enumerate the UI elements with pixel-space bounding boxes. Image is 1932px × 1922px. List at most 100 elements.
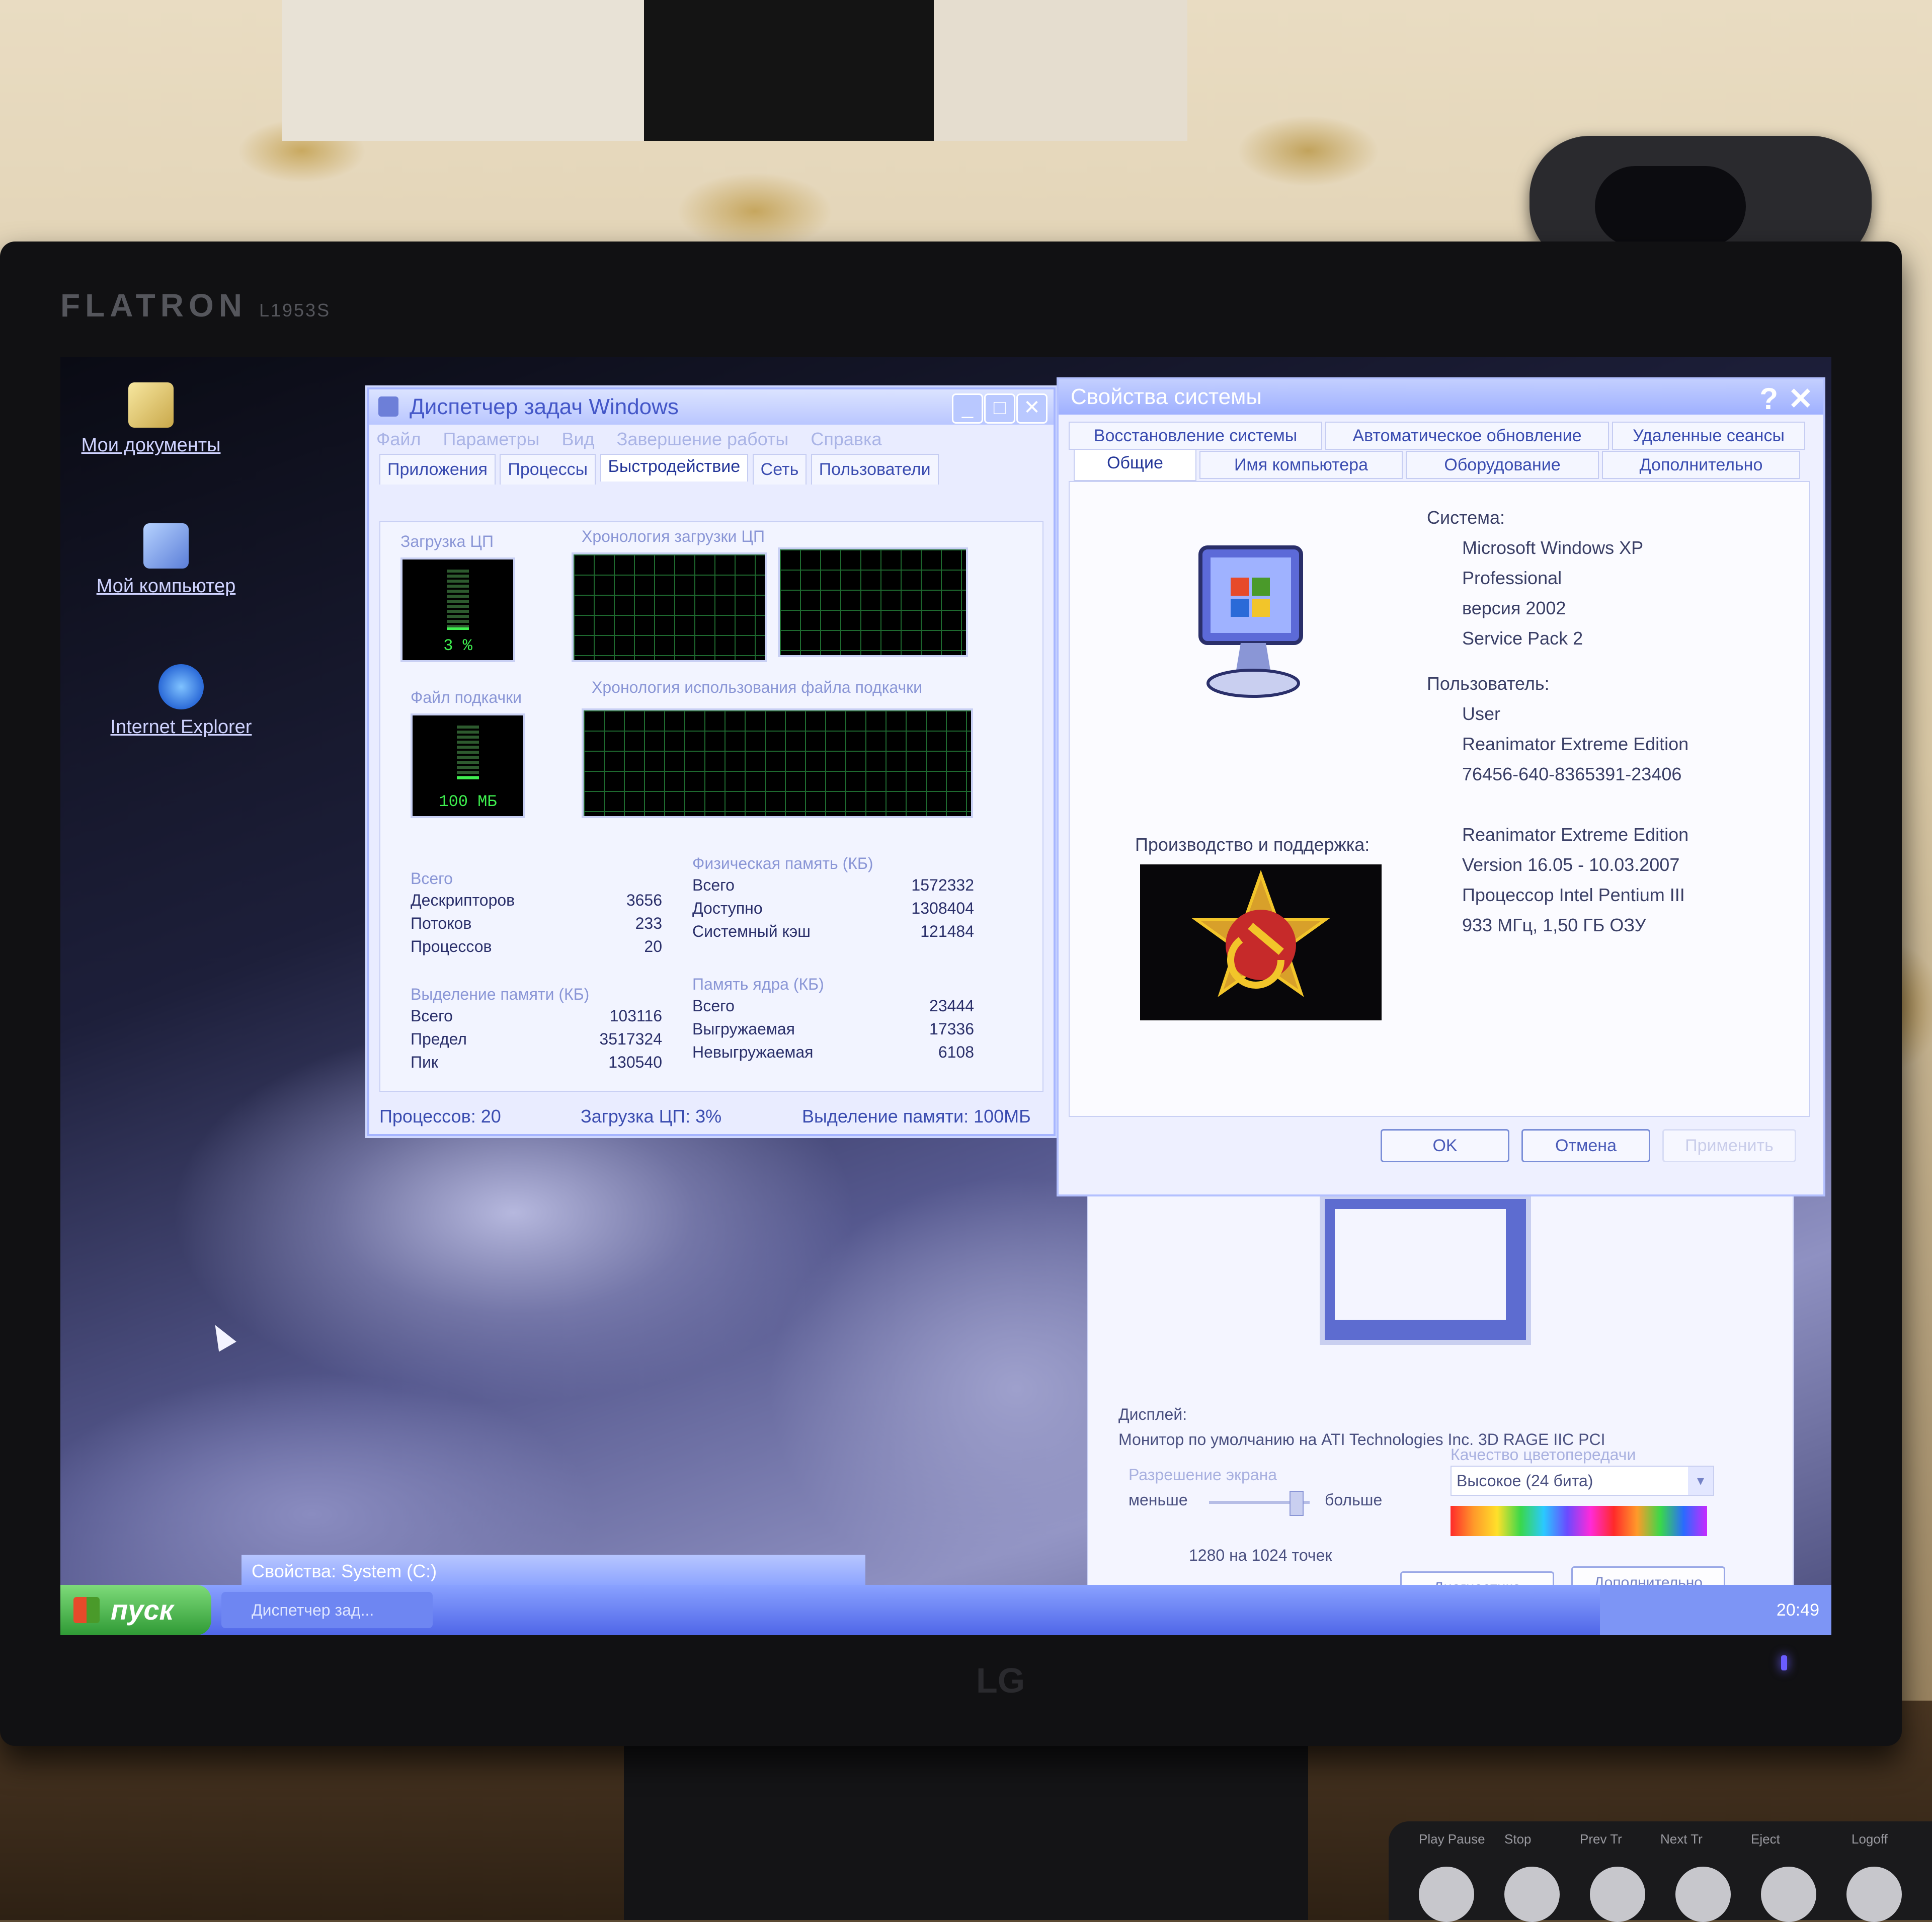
- resolution-slider-thumb[interactable]: [1290, 1491, 1304, 1516]
- tab-hardware[interactable]: Оборудование: [1406, 451, 1599, 479]
- desktop-icon-internet-explorer[interactable]: Internet Explorer: [106, 664, 257, 739]
- tab-performance[interactable]: Быстродействие: [600, 454, 749, 482]
- tab-system-restore[interactable]: Восстановление системы: [1069, 422, 1322, 450]
- stat-label: Потоков: [411, 914, 472, 932]
- screen: Мои документы Мой компьютер Internet Exp…: [60, 357, 1831, 1635]
- start-button[interactable]: пуск: [60, 1585, 211, 1635]
- display-label: Дисплей:: [1118, 1405, 1187, 1423]
- media-key[interactable]: [1419, 1867, 1474, 1922]
- pagefile-bar: [457, 726, 479, 781]
- close-button[interactable]: ✕: [1788, 381, 1813, 417]
- status-cpu: Загрузка ЦП: 3%: [581, 1106, 722, 1127]
- menu-help[interactable]: Справка: [811, 429, 881, 449]
- tab-remote[interactable]: Удаленные сеансы: [1612, 422, 1805, 450]
- key-label: Eject: [1751, 1831, 1780, 1847]
- stat-value: 130540: [608, 1053, 662, 1071]
- apply-button[interactable]: Применить: [1662, 1129, 1796, 1162]
- task-manager-icon: [378, 396, 398, 417]
- display-preview-monitor: [1320, 1194, 1531, 1345]
- system-properties-window[interactable]: Свойства системы ? ✕ Восстановление сист…: [1057, 377, 1825, 1196]
- totals-group: Всего Дескрипторов 3656 Потоков 233 Процес…: [411, 869, 662, 960]
- desktop-icon-my-computer[interactable]: Мой компьютер: [91, 523, 242, 598]
- system-properties-titlebar[interactable]: Свойства системы ? ✕: [1059, 379, 1823, 417]
- tab-applications[interactable]: Приложения: [379, 454, 496, 485]
- stat-label: Доступно: [692, 899, 763, 917]
- stat-label: Процессов: [411, 937, 492, 955]
- stat-value: 23444: [929, 997, 974, 1015]
- key-label: Play Pause: [1419, 1831, 1485, 1847]
- minimize-button[interactable]: _: [952, 393, 983, 424]
- media-key[interactable]: [1590, 1867, 1645, 1922]
- stat-label: Дескрипторов: [411, 891, 515, 909]
- desktop-icon-label: Мои документы: [81, 435, 221, 456]
- ok-button[interactable]: OK: [1381, 1129, 1509, 1162]
- stat-label: Выгружаемая: [692, 1020, 795, 1038]
- menu-file[interactable]: Файл: [376, 429, 421, 449]
- maximize-button[interactable]: □: [984, 393, 1015, 424]
- wall-poster: [282, 0, 1187, 141]
- support-line: Reanimator Extreme Edition: [1462, 824, 1689, 845]
- monitor: FLATRON L1953S LG Мои документы Мой компь…: [0, 242, 1902, 1746]
- cpu-history-label: Хронология загрузки ЦП: [582, 527, 765, 545]
- user-line: Reanimator Extreme Edition: [1462, 734, 1689, 754]
- drive-properties-titlebar[interactable]: Свойства: System (C:): [242, 1555, 865, 1588]
- stat-value: 6108: [938, 1043, 974, 1061]
- support-label: Производство и поддержка:: [1135, 834, 1370, 855]
- cpu-history-graph-1: [572, 552, 767, 662]
- tab-advanced[interactable]: Дополнительно: [1602, 451, 1800, 479]
- task-manager-window[interactable]: Диспетчер задач Windows _ □ ✕ Файл Парам…: [367, 387, 1056, 1136]
- media-key[interactable]: [1504, 1867, 1560, 1922]
- stat-label: Пик: [411, 1053, 438, 1071]
- media-key[interactable]: [1846, 1867, 1902, 1922]
- menu-view[interactable]: Вид: [561, 429, 594, 449]
- clock[interactable]: 20:49: [1777, 1600, 1819, 1620]
- media-key[interactable]: [1761, 1867, 1816, 1922]
- stat-row: Доступно 1308404: [692, 899, 974, 922]
- user-line: 76456-640-8365391-23406: [1462, 764, 1682, 784]
- desktop-icon-my-documents[interactable]: Мои документы: [75, 382, 226, 457]
- system-line: версия 2002: [1462, 598, 1566, 618]
- stat-label: Всего: [411, 1007, 453, 1025]
- display-properties-window[interactable]: Дисплей: Монитор по умолчанию на ATI Tec…: [1087, 1182, 1794, 1635]
- system-label: Система:: [1427, 507, 1505, 528]
- tab-users[interactable]: Пользователи: [811, 454, 939, 485]
- oem-logo: [1140, 864, 1382, 1020]
- display-preview-window: [1335, 1209, 1506, 1320]
- color-quality-select[interactable]: Высокое (24 бита) ▾: [1451, 1466, 1714, 1496]
- color-quality-label: Качество цветопередачи: [1451, 1446, 1636, 1464]
- stat-row: Выгружаемая 17336: [692, 1020, 974, 1043]
- tab-processes[interactable]: Процессы: [500, 454, 596, 485]
- support-line: Version 16.05 - 10.03.2007: [1462, 854, 1680, 875]
- taskbar-item-task-manager[interactable]: Диспетчер зад...: [221, 1592, 433, 1628]
- general-tab-panel: Система: Microsoft Windows XP Profession…: [1069, 481, 1810, 1117]
- key-label: Prev Tr: [1580, 1831, 1622, 1847]
- resolution-slider[interactable]: [1209, 1491, 1310, 1516]
- task-manager-tabs: Приложения Процессы Быстродействие Сеть …: [369, 454, 1054, 486]
- windows-xp-monitor-icon: [1198, 545, 1303, 698]
- tab-general[interactable]: Общие: [1074, 449, 1196, 481]
- pagefile-history-label: Хронология использования файла подкачки: [592, 678, 923, 696]
- menu-shutdown[interactable]: Завершение работы: [617, 429, 789, 449]
- monitor-maker-logo: LG: [976, 1661, 1025, 1700]
- tab-computer-name[interactable]: Имя компьютера: [1199, 451, 1403, 479]
- cpu-usage-value: 3 %: [443, 636, 472, 655]
- help-button[interactable]: ?: [1759, 381, 1778, 417]
- pagefile-value: 100 МБ: [439, 792, 497, 811]
- support-line: 933 МГц, 1,50 ГБ ОЗУ: [1462, 915, 1646, 935]
- cancel-button[interactable]: Отмена: [1521, 1129, 1650, 1162]
- cpu-usage-bar: [447, 570, 469, 630]
- close-button[interactable]: ✕: [1016, 393, 1048, 424]
- media-key[interactable]: [1675, 1867, 1731, 1922]
- windows-flag-icon: [73, 1597, 100, 1623]
- stat-value: 17336: [929, 1020, 974, 1038]
- menu-options[interactable]: Параметры: [443, 429, 540, 449]
- stat-value: 233: [635, 914, 662, 932]
- support-line: Процессор Intel Pentium III: [1462, 885, 1685, 905]
- tab-automatic-updates[interactable]: Автоматическое обновление: [1325, 422, 1609, 450]
- task-manager-titlebar[interactable]: Диспетчер задач Windows _ □ ✕: [369, 389, 1054, 425]
- status-processes: Процессов: 20: [379, 1106, 501, 1127]
- drive-properties-title: Свойства: System (C:): [252, 1561, 437, 1581]
- hammer-sickle-star-icon: [1191, 870, 1330, 997]
- tab-network[interactable]: Сеть: [752, 454, 807, 485]
- totals-title: Всего: [411, 869, 453, 888]
